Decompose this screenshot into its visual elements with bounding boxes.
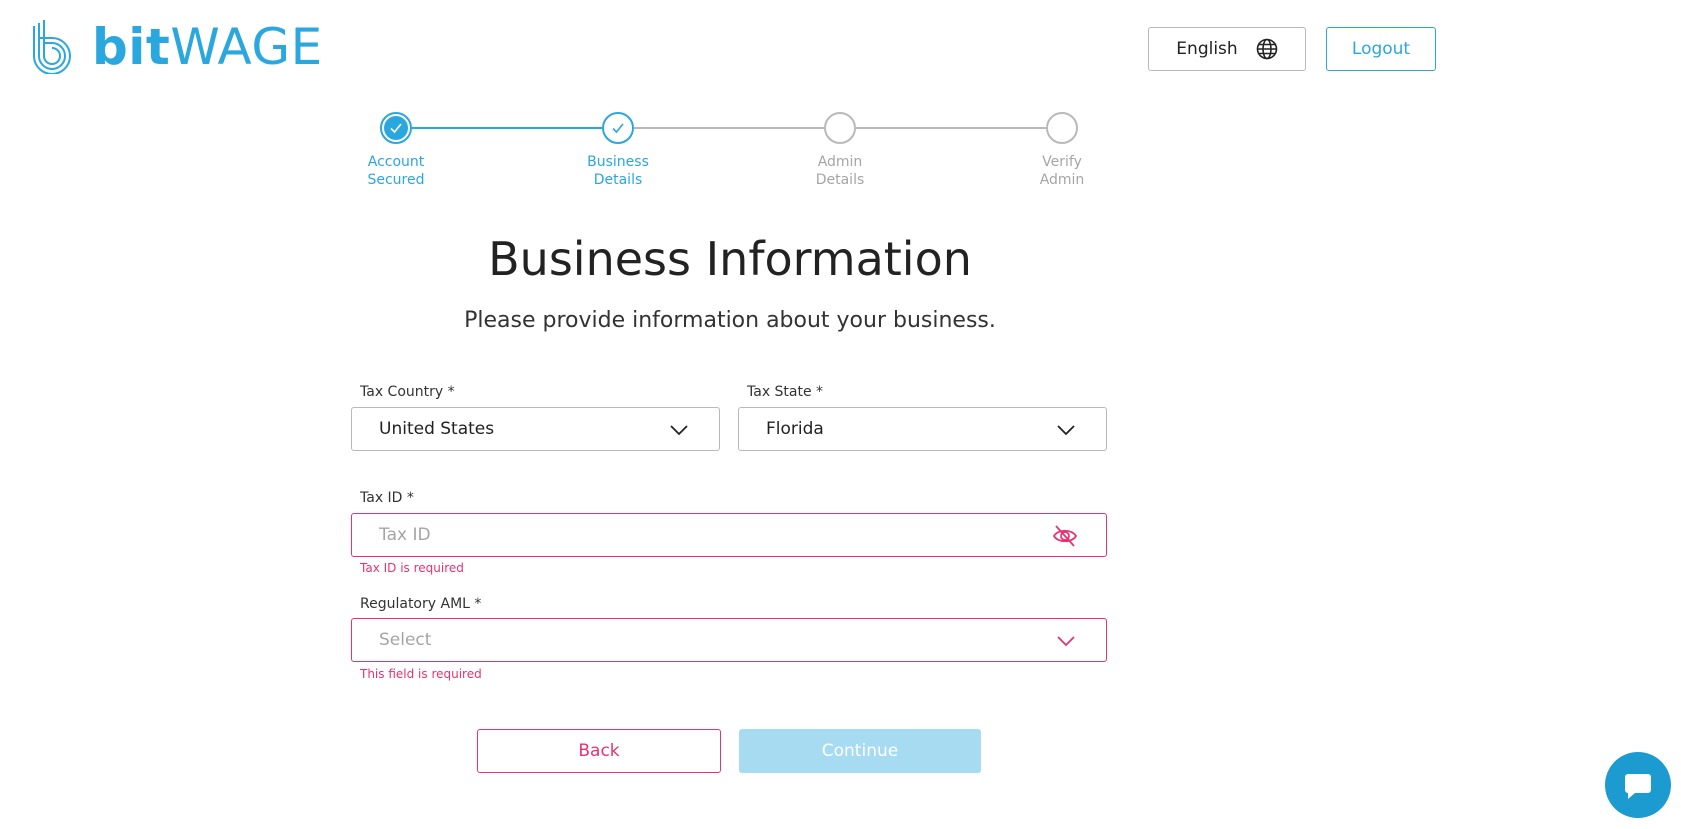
tax-country-select[interactable]: United States xyxy=(351,407,720,451)
regulatory-aml-label: Regulatory AML * xyxy=(360,596,482,612)
continue-button[interactable]: Continue xyxy=(739,729,981,773)
step-label-admin-details: Admin Details xyxy=(780,153,900,189)
eye-off-icon[interactable] xyxy=(1052,524,1078,548)
chevron-down-icon xyxy=(670,425,688,436)
step-label-line: Admin xyxy=(1039,172,1085,188)
check-icon xyxy=(384,116,408,140)
step-label-line: Account xyxy=(367,154,425,170)
tax-state-select[interactable]: Florida xyxy=(738,407,1107,451)
stepper-line-1 xyxy=(412,127,602,129)
step-account-secured-circle xyxy=(380,112,412,144)
page-title: Business Information xyxy=(488,232,972,286)
back-button[interactable]: Back xyxy=(477,729,721,773)
step-label-verify-admin: Verify Admin xyxy=(1002,153,1122,189)
chat-support-button[interactable] xyxy=(1605,752,1671,818)
step-label-line: Admin xyxy=(817,154,863,170)
tax-country-label: Tax Country * xyxy=(360,384,455,400)
chat-bubble-icon xyxy=(1625,774,1651,799)
check-icon xyxy=(612,123,624,134)
step-admin-details-circle xyxy=(824,112,856,144)
tax-id-label: Tax ID * xyxy=(360,490,414,506)
step-label-line: Secured xyxy=(367,172,425,188)
tax-id-placeholder: Tax ID xyxy=(379,525,431,545)
chevron-down-icon xyxy=(1057,636,1075,647)
step-business-details-circle xyxy=(602,112,634,144)
stepper-line-3 xyxy=(856,127,1046,129)
step-label-line: Verify xyxy=(1042,154,1082,170)
regulatory-aml-error: This field is required xyxy=(360,667,482,681)
stepper-line-2 xyxy=(634,127,824,129)
regulatory-aml-select[interactable]: Select xyxy=(351,618,1107,662)
step-label-business-details: Business Details xyxy=(558,153,678,189)
step-label-line: Details xyxy=(815,172,865,188)
tax-country-value: United States xyxy=(379,419,495,439)
progress-stepper: Account Secured Business Details Admin D… xyxy=(0,0,1681,200)
tax-state-value: Florida xyxy=(766,419,824,439)
step-label-line: Details xyxy=(593,172,643,188)
step-label-account-secured: Account Secured xyxy=(336,153,456,189)
regulatory-aml-placeholder: Select xyxy=(379,630,432,650)
tax-id-error: Tax ID is required xyxy=(360,561,464,575)
page: bitWAGE English Logout Account Secured B… xyxy=(0,0,1681,829)
page-subtitle: Please provide information about your bu… xyxy=(464,308,996,333)
tax-state-label: Tax State * xyxy=(747,384,824,400)
chevron-down-icon xyxy=(1057,425,1075,436)
step-verify-admin-circle xyxy=(1046,112,1078,144)
tax-id-input[interactable]: Tax ID xyxy=(351,513,1107,557)
step-label-line: Business xyxy=(587,154,649,170)
